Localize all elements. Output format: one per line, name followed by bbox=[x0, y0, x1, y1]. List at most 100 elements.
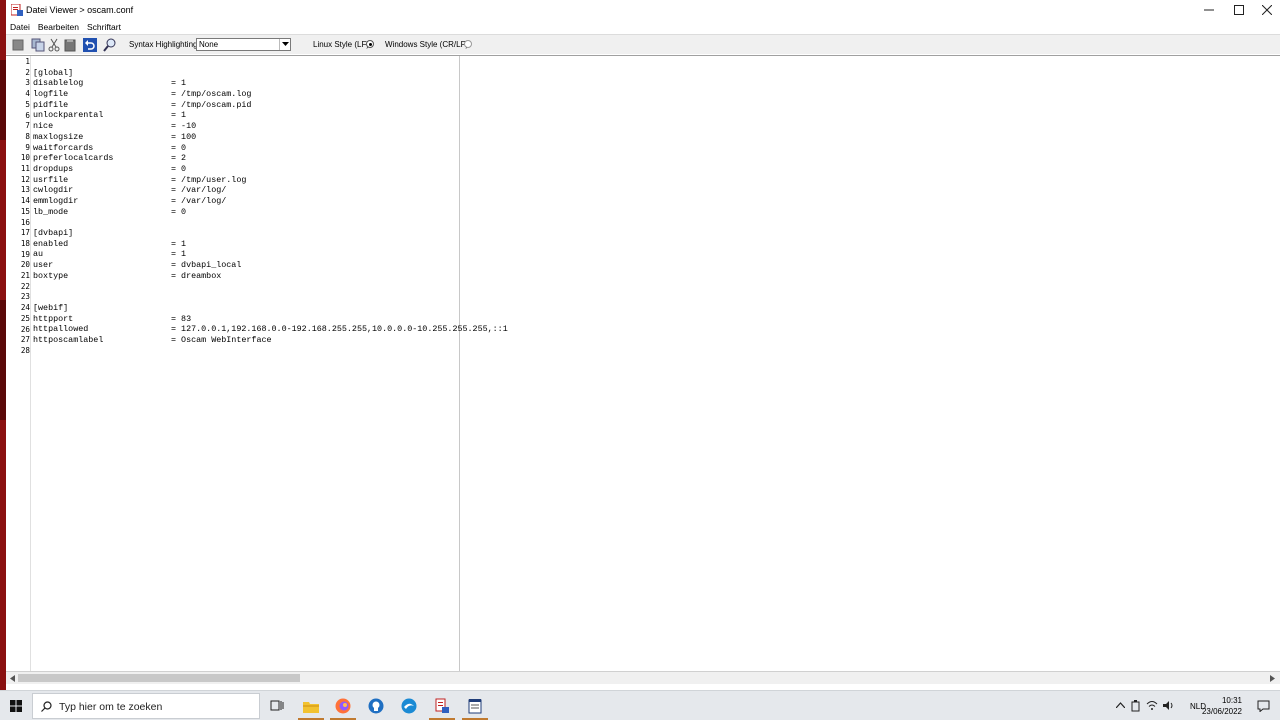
task-view-icon bbox=[270, 700, 284, 711]
code-line[interactable]: nice = -10 bbox=[33, 121, 1273, 132]
clock-time[interactable]: 10:31 bbox=[1222, 696, 1242, 705]
volume-icon[interactable] bbox=[1162, 700, 1174, 711]
notification-icon[interactable] bbox=[1257, 700, 1270, 712]
config-value: = 0 bbox=[171, 206, 187, 217]
wifi-icon[interactable] bbox=[1146, 700, 1158, 711]
code-line[interactable]: usrfile = /tmp/user.log bbox=[33, 175, 1273, 186]
config-value: = /tmp/user.log bbox=[171, 174, 247, 185]
config-value: = /var/log/ bbox=[171, 185, 227, 196]
code-line[interactable]: emmlogdir = /var/log/ bbox=[33, 196, 1273, 207]
code-line[interactable]: unlockparental = 1 bbox=[33, 110, 1273, 121]
paste-button[interactable] bbox=[63, 38, 77, 52]
line-number: 27 bbox=[20, 335, 30, 345]
menu-schriftart[interactable]: Schriftart bbox=[83, 20, 125, 34]
config-key: httpallowed bbox=[33, 324, 89, 335]
notepad-button[interactable] bbox=[465, 696, 485, 716]
line-number: 17 bbox=[20, 228, 30, 238]
github-desktop-button[interactable] bbox=[366, 696, 386, 716]
config-value: = /var/log/ bbox=[171, 195, 227, 206]
code-line[interactable]: enabled = 1 bbox=[33, 239, 1273, 250]
config-value: = 100 bbox=[171, 131, 197, 142]
config-value: = 0 bbox=[171, 142, 187, 153]
config-value: = 1 bbox=[171, 110, 187, 121]
code-line[interactable] bbox=[33, 292, 1273, 303]
taskbar-search-box[interactable]: Typ hier om te zoeken bbox=[32, 693, 260, 719]
copy-button[interactable] bbox=[31, 38, 45, 52]
datei-viewer-taskbar-button[interactable] bbox=[432, 696, 452, 716]
text-editor[interactable]: 1 2 3 4 5 6 7 8 9 10 11 12 13 14 15 16 17 18 19 20 21 22 23 24 2… bbox=[6, 55, 1280, 672]
edge-button[interactable] bbox=[399, 696, 419, 716]
scroll-right-icon[interactable] bbox=[1267, 673, 1277, 683]
search-placeholder: Typ hier om te zoeken bbox=[59, 701, 163, 713]
code-line[interactable]: cwlogdir = /var/log/ bbox=[33, 185, 1273, 196]
code-line[interactable]: user = dvbapi_local bbox=[33, 260, 1273, 271]
menu-bearbeiten[interactable]: Bearbeiten bbox=[34, 20, 83, 34]
windows-style-radio[interactable] bbox=[464, 40, 472, 48]
code-line[interactable]: disablelog = 1 bbox=[33, 78, 1273, 89]
scroll-left-icon[interactable] bbox=[7, 673, 17, 683]
code-line[interactable]: dropdups = 0 bbox=[33, 164, 1273, 175]
config-value: = dreambox bbox=[171, 270, 222, 281]
search-button[interactable] bbox=[103, 38, 117, 52]
new-file-button[interactable] bbox=[11, 38, 25, 52]
config-value: = 1 bbox=[171, 249, 187, 260]
code-line[interactable]: au = 1 bbox=[33, 249, 1273, 260]
line-number: 25 bbox=[20, 313, 30, 323]
code-line[interactable] bbox=[33, 281, 1273, 292]
line-number: 15 bbox=[20, 206, 30, 216]
menu-bar: Datei Bearbeiten Schriftart bbox=[6, 20, 1280, 34]
config-value: = 1 bbox=[171, 238, 187, 249]
linux-style-radio[interactable] bbox=[366, 40, 374, 48]
task-view-button[interactable] bbox=[267, 696, 287, 716]
title-bar[interactable]: Datei Viewer > oscam.conf bbox=[6, 0, 1280, 20]
firefox-button[interactable] bbox=[333, 696, 353, 716]
line-number: 19 bbox=[20, 249, 30, 259]
code-line[interactable]: maxlogsize = 100 bbox=[33, 132, 1273, 143]
cut-button[interactable] bbox=[47, 38, 61, 52]
code-line[interactable] bbox=[33, 217, 1273, 228]
horizontal-scrollbar[interactable] bbox=[6, 672, 1280, 684]
syntax-highlighting-select[interactable]: None bbox=[196, 38, 291, 51]
windows-logo-icon bbox=[10, 700, 22, 712]
battery-icon[interactable] bbox=[1131, 700, 1141, 712]
config-key: preferlocalcards bbox=[33, 153, 114, 164]
minimize-button[interactable] bbox=[1194, 0, 1224, 20]
line-number: 12 bbox=[20, 174, 30, 184]
config-key: waitforcards bbox=[33, 142, 94, 153]
file-explorer-button[interactable] bbox=[301, 696, 321, 716]
code-line[interactable]: pidfile = /tmp/oscam.pid bbox=[33, 100, 1273, 111]
config-key: [webif] bbox=[33, 302, 69, 313]
code-line[interactable]: [dvbapi] bbox=[33, 228, 1273, 239]
maximize-button[interactable] bbox=[1224, 0, 1254, 20]
code-line[interactable]: logfile = /tmp/oscam.log bbox=[33, 89, 1273, 100]
code-line[interactable] bbox=[33, 346, 1273, 357]
windows-taskbar: Typ hier om te zoeken NLD 10:31 23/06/20… bbox=[0, 690, 1280, 720]
line-number: 16 bbox=[20, 217, 30, 227]
close-button[interactable] bbox=[1252, 0, 1280, 20]
start-button[interactable] bbox=[6, 696, 26, 716]
code-line[interactable]: [global] bbox=[33, 68, 1273, 79]
code-line[interactable]: httpport = 83 bbox=[33, 314, 1273, 325]
config-value: = 127.0.0.1,192.168.0.0-192.168.255.255,… bbox=[171, 324, 508, 335]
github-icon bbox=[368, 698, 384, 714]
config-key: lb_mode bbox=[33, 206, 69, 217]
code-line[interactable]: preferlocalcards = 2 bbox=[33, 153, 1273, 164]
code-line[interactable]: waitforcards = 0 bbox=[33, 143, 1273, 154]
code-line[interactable]: httpallowed = 127.0.0.1,192.168.0.0-192.1… bbox=[33, 324, 1273, 335]
vertical-scrollbar[interactable] bbox=[1274, 56, 1280, 671]
menu-datei[interactable]: Datei bbox=[6, 20, 34, 34]
clock-date[interactable]: 23/06/2022 bbox=[1202, 707, 1242, 716]
chevron-up-icon[interactable] bbox=[1116, 702, 1125, 708]
code-line[interactable]: httposcamlabel = Oscam WebInterface bbox=[33, 335, 1273, 346]
config-key: user bbox=[33, 260, 54, 271]
code-line[interactable]: [webif] bbox=[33, 303, 1273, 314]
horizontal-scroll-thumb[interactable] bbox=[18, 674, 300, 682]
config-key: nice bbox=[33, 121, 54, 132]
code-line[interactable]: lb_mode = 0 bbox=[33, 207, 1273, 218]
code-line[interactable] bbox=[33, 57, 1273, 68]
datei-viewer-window: Datei Viewer > oscam.conf Datei Bearbeit… bbox=[6, 0, 1280, 690]
minimize-icon bbox=[1204, 9, 1214, 11]
code-content[interactable]: [global] disablelog = 1 logfile = /tmp/oscam… bbox=[33, 57, 1273, 356]
code-line[interactable]: boxtype = dreambox bbox=[33, 271, 1273, 282]
undo-button[interactable] bbox=[83, 38, 97, 52]
